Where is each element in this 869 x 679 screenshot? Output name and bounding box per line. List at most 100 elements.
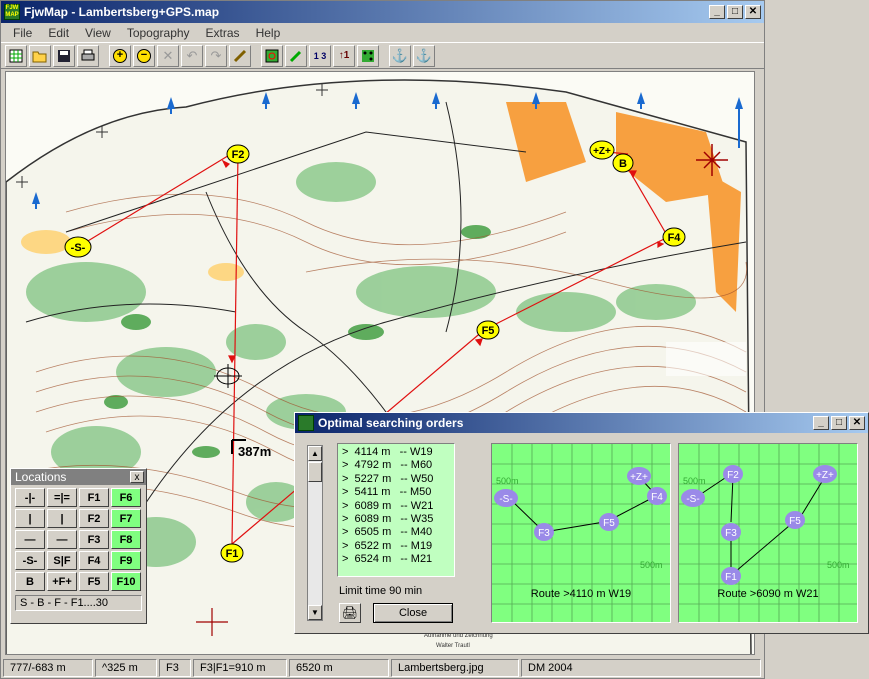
- control-finish[interactable]: +Z+: [589, 140, 615, 160]
- location-btn-f4[interactable]: F4: [79, 551, 109, 570]
- title-bar[interactable]: FJW MAP FjwMap - Lambertsberg+GPS.map _ …: [1, 1, 764, 23]
- locations-footer: S - B - F - F1....30: [15, 595, 142, 611]
- svg-text:F3: F3: [725, 528, 737, 539]
- dialog-minimize-button[interactable]: _: [813, 416, 829, 430]
- menu-help[interactable]: Help: [248, 26, 289, 40]
- route-list[interactable]: > 4114 m -- W19 > 4792 m -- M60 > 5227 m…: [337, 443, 455, 577]
- list-item[interactable]: > 6505 m -- M40: [342, 526, 450, 539]
- location-btn-f9[interactable]: F9: [111, 551, 141, 570]
- zoom-in-icon[interactable]: +: [109, 44, 131, 67]
- zoom-out-icon[interactable]: −: [133, 44, 155, 67]
- anchor-green-icon[interactable]: ⚓: [413, 44, 435, 67]
- scroll-down-icon[interactable]: ▼: [308, 605, 322, 620]
- control-f1[interactable]: F1: [220, 543, 244, 563]
- dialog-title-bar[interactable]: Optimal searching orders _ □ ✕: [295, 413, 868, 433]
- list-item[interactable]: > 4114 m -- W19: [342, 446, 450, 459]
- dialog-close-button[interactable]: ✕: [849, 416, 865, 430]
- map-grid-icon[interactable]: [261, 44, 283, 67]
- list-item[interactable]: > 6089 m -- W35: [342, 513, 450, 526]
- new-map-icon[interactable]: [5, 44, 27, 67]
- number-order-icon[interactable]: 1 3: [309, 44, 331, 67]
- undo-icon[interactable]: ↶: [181, 44, 203, 67]
- pencil-icon[interactable]: [285, 44, 307, 67]
- sort-order-icon[interactable]: ↑1: [333, 44, 355, 67]
- location-btn-start-finish[interactable]: S|F: [47, 551, 77, 570]
- distance-label: 387m: [238, 444, 271, 459]
- save-icon[interactable]: [53, 44, 75, 67]
- location-btn-start[interactable]: -S-: [15, 551, 45, 570]
- list-item[interactable]: > 4792 m -- M60: [342, 459, 450, 472]
- window-title: FjwMap - Lambertsberg+GPS.map: [24, 5, 220, 19]
- location-btn-vertical-2[interactable]: |: [47, 509, 77, 528]
- menu-view[interactable]: View: [77, 26, 119, 40]
- grid-label-bottom: 500m: [640, 560, 663, 570]
- map-credits-name: Walter Trautl: [436, 643, 470, 649]
- ruler-icon[interactable]: [229, 44, 251, 67]
- svg-text:F5: F5: [482, 325, 495, 337]
- control-b[interactable]: B: [612, 153, 634, 173]
- menu-extras[interactable]: Extras: [198, 26, 248, 40]
- route2-node-f1: F1: [721, 567, 741, 585]
- list-item[interactable]: > 5227 m -- W50: [342, 473, 450, 486]
- optimal-orders-dialog: Optimal searching orders _ □ ✕ ▲ ▼ > 411…: [294, 412, 869, 634]
- route1-node-finish: +Z+: [627, 467, 651, 485]
- route-label-1: Route >4110 m W19: [530, 588, 632, 600]
- location-btn-cross[interactable]: -|-: [15, 488, 45, 507]
- control-f5[interactable]: F5: [476, 320, 500, 340]
- route2-node-start: -S-: [681, 489, 705, 507]
- print-icon[interactable]: [77, 44, 99, 67]
- control-f4[interactable]: F4: [662, 227, 686, 247]
- anchor-icon[interactable]: ⚓: [389, 44, 411, 67]
- maximize-button[interactable]: □: [727, 5, 743, 19]
- location-btn-b[interactable]: B: [15, 572, 45, 591]
- control-f2[interactable]: F2: [226, 144, 250, 164]
- status-control: F3: [159, 659, 191, 677]
- limit-time-label: Limit time 90 min: [339, 585, 423, 597]
- print-button[interactable]: 🖨: [339, 603, 361, 623]
- toolbar-separator: [101, 45, 107, 67]
- location-btn-f7[interactable]: F7: [111, 509, 141, 528]
- list-item[interactable]: > 5411 m -- M50: [342, 486, 450, 499]
- redo-icon[interactable]: ↷: [205, 44, 227, 67]
- svg-text:+Z+: +Z+: [816, 470, 834, 481]
- svg-text:-S-: -S-: [686, 494, 699, 505]
- list-item[interactable]: > 6524 m -- M21: [342, 553, 450, 566]
- open-folder-icon[interactable]: [29, 44, 51, 67]
- location-btn-finish[interactable]: +F+: [47, 572, 77, 591]
- svg-text:F4: F4: [651, 492, 663, 503]
- toolbar-separator: [253, 45, 259, 67]
- location-btn-horizontal[interactable]: —: [15, 530, 45, 549]
- dialog-close-text-button[interactable]: Close: [373, 603, 453, 623]
- list-item[interactable]: > 6522 m -- M19: [342, 540, 450, 553]
- scroll-thumb[interactable]: [308, 462, 322, 482]
- locations-close-button[interactable]: x: [130, 471, 144, 483]
- location-btn-f8[interactable]: F8: [111, 530, 141, 549]
- dialog-maximize-button[interactable]: □: [831, 416, 847, 430]
- location-btn-double-cross[interactable]: =|=: [47, 488, 77, 507]
- location-btn-f1[interactable]: F1: [79, 488, 109, 507]
- control-start[interactable]: -S-: [64, 236, 92, 258]
- svg-text:F1: F1: [226, 548, 239, 560]
- location-btn-vertical[interactable]: |: [15, 509, 45, 528]
- scroll-up-icon[interactable]: ▲: [308, 446, 322, 461]
- locations-title-bar[interactable]: Locations x: [11, 469, 146, 485]
- menu-edit[interactable]: Edit: [40, 26, 77, 40]
- location-btn-f6[interactable]: F6: [111, 488, 141, 507]
- random-dots-icon[interactable]: [357, 44, 379, 67]
- dialog-scrollbar[interactable]: ▲ ▼: [307, 445, 323, 621]
- location-btn-f2[interactable]: F2: [79, 509, 109, 528]
- delete-icon[interactable]: ✕: [157, 44, 179, 67]
- close-button[interactable]: ✕: [745, 5, 761, 19]
- list-item[interactable]: > 6089 m -- W21: [342, 500, 450, 513]
- location-btn-f5[interactable]: F5: [79, 572, 109, 591]
- locations-title: Locations: [15, 470, 67, 484]
- route2-node-finish: +Z+: [813, 465, 837, 483]
- minimize-button[interactable]: _: [709, 5, 725, 19]
- location-btn-f3[interactable]: F3: [79, 530, 109, 549]
- location-btn-f10[interactable]: F10: [111, 572, 141, 591]
- route2-node-f5: F5: [785, 511, 805, 529]
- menu-file[interactable]: File: [5, 26, 40, 40]
- location-btn-horizontal-2[interactable]: —: [47, 530, 77, 549]
- menu-topography[interactable]: Topography: [119, 26, 198, 40]
- route1-node-start: -S-: [494, 489, 518, 507]
